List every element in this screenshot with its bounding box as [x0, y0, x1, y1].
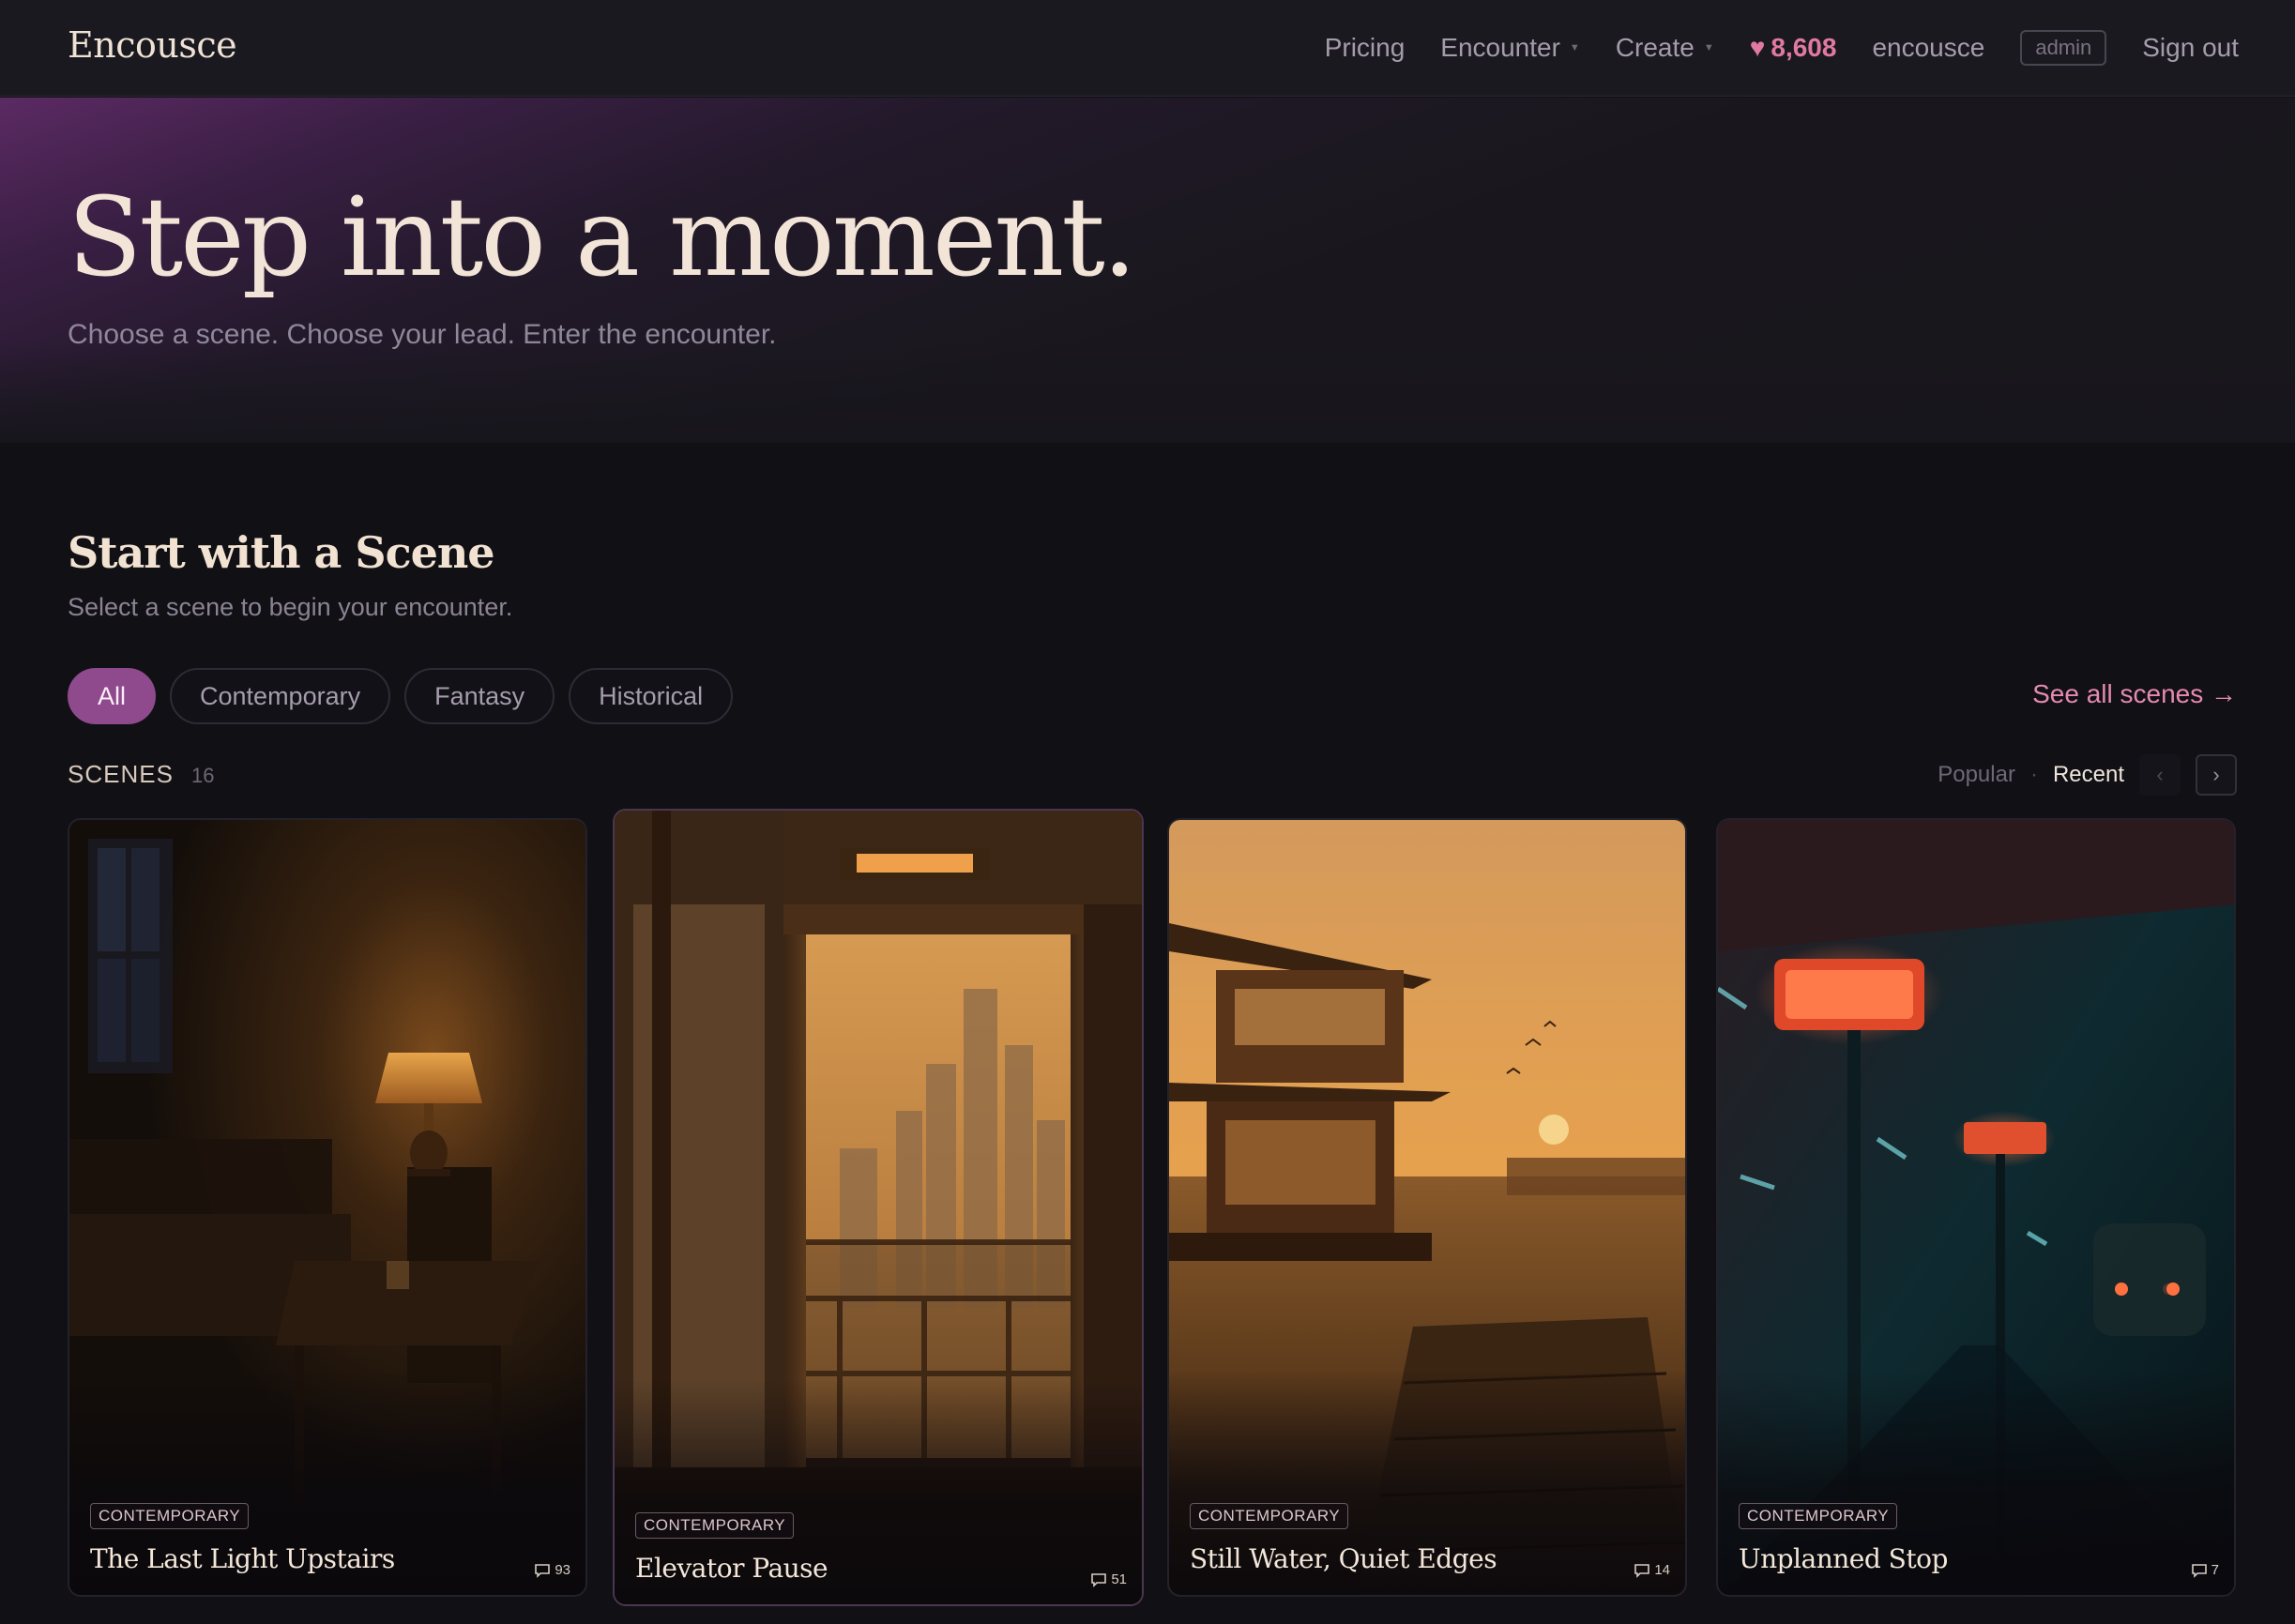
genre-tag: CONTEMPORARY [1190, 1503, 1349, 1529]
hero-subtitle: Choose a scene. Choose your lead. Enter … [68, 319, 777, 350]
nav-encounter-dropdown[interactable]: Encounter ▼ [1440, 33, 1580, 63]
speech-bubble-icon [535, 1563, 551, 1578]
hearts-balance[interactable]: ♥ 8,608 [1750, 33, 1837, 63]
admin-badge[interactable]: admin [2020, 29, 2107, 66]
genre-filters: All Contemporary Fantasy Historical [68, 668, 734, 724]
nav-menu: Pricing Encounter ▼ Create ▼ ♥ 8,608 enc… [1325, 0, 2239, 95]
genre-tag: CONTEMPORARY [1739, 1503, 1898, 1529]
filter-chip-contemporary[interactable]: Contemporary [170, 668, 391, 724]
top-nav: Encousce Pricing Encounter ▼ Create ▼ ♥ … [0, 0, 2295, 97]
scene-card[interactable]: CONTEMPORARY Unplanned Stop 7 [1716, 818, 2236, 1597]
nav-username-link[interactable]: encousce [1872, 33, 1984, 63]
comment-count: 7 [2191, 1562, 2219, 1578]
chevron-left-icon: ‹ [2156, 763, 2164, 786]
scene-title: Elevator Pause [635, 1553, 828, 1584]
nav-pricing-link[interactable]: Pricing [1325, 33, 1406, 63]
nav-create-dropdown[interactable]: Create ▼ [1616, 33, 1714, 63]
comment-count: 51 [1090, 1571, 1127, 1587]
chevron-down-icon: ▼ [1569, 41, 1580, 53]
section-subtitle: Select a scene to begin your encounter. [68, 593, 513, 621]
nav-encounter-label: Encounter [1440, 32, 1560, 62]
heart-icon: ♥ [1749, 32, 1766, 62]
brand-logo[interactable]: Encousce [68, 24, 237, 66]
genre-tag: CONTEMPORARY [635, 1512, 795, 1539]
chevron-right-icon: › [2212, 763, 2220, 786]
see-all-scenes-link[interactable]: See all scenes → [2032, 679, 2237, 709]
comment-count-value: 14 [1654, 1562, 1670, 1578]
speech-bubble-icon [1091, 1572, 1107, 1587]
section-title: Start with a Scene [68, 527, 495, 578]
filter-chip-all[interactable]: All [68, 668, 157, 724]
speech-bubble-icon [2191, 1563, 2207, 1578]
sort-controls: Popular · Recent ‹ › [1938, 754, 2237, 796]
filter-chip-fantasy[interactable]: Fantasy [404, 668, 555, 724]
scene-title: Unplanned Stop [1739, 1543, 1948, 1574]
carousel-next-button[interactable]: › [2196, 754, 2237, 796]
sort-popular-option[interactable]: Popular [1938, 762, 2015, 788]
sort-separator: · [2029, 762, 2038, 787]
comment-count: 14 [1634, 1562, 1670, 1578]
scene-card[interactable]: CONTEMPORARY The Last Light Upstairs 93 [68, 818, 587, 1597]
hero-banner: Step into a moment. Choose a scene. Choo… [0, 98, 2295, 443]
carousel-prev-button[interactable]: ‹ [2139, 754, 2181, 796]
scene-card[interactable]: CONTEMPORARY Still Water, Quiet Edges 14 [1167, 818, 1687, 1597]
comment-count-value: 51 [1111, 1571, 1127, 1587]
filter-chip-historical[interactable]: Historical [569, 668, 734, 724]
comment-count-value: 7 [2211, 1562, 2219, 1578]
speech-bubble-icon [1634, 1563, 1650, 1578]
sort-recent-option[interactable]: Recent [2053, 762, 2124, 788]
scenes-count: 16 [191, 764, 215, 787]
hero-title: Step into a moment. [68, 175, 1137, 301]
scene-card[interactable]: CONTEMPORARY Elevator Pause 51 [613, 809, 1144, 1606]
chevron-down-icon: ▼ [1703, 41, 1714, 53]
scene-title: The Last Light Upstairs [90, 1543, 395, 1574]
scenes-heading: SCENES [68, 760, 174, 788]
hearts-count: 8,608 [1771, 32, 1837, 62]
sign-out-link[interactable]: Sign out [2142, 33, 2239, 63]
comment-count-value: 93 [555, 1562, 570, 1578]
nav-create-label: Create [1615, 32, 1695, 62]
scene-title: Still Water, Quiet Edges [1190, 1543, 1497, 1574]
comment-count: 93 [534, 1562, 570, 1578]
genre-tag: CONTEMPORARY [90, 1503, 250, 1529]
